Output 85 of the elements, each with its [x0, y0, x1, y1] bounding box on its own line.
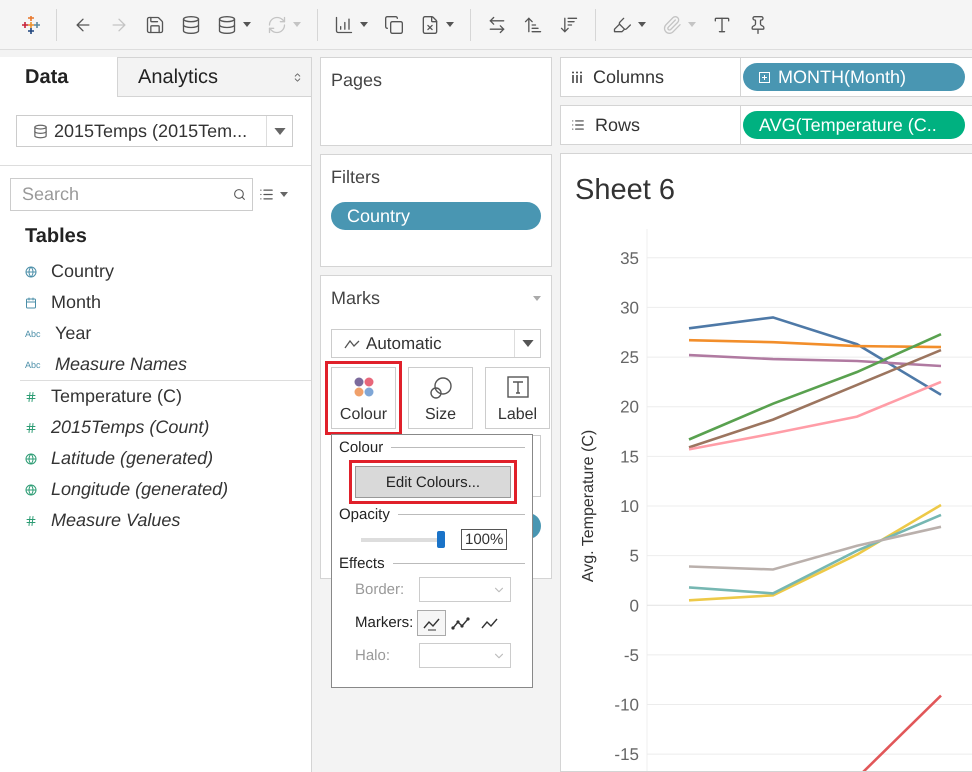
- opacity-value-field[interactable]: 100%: [461, 528, 508, 550]
- marks-title: Marks: [331, 288, 380, 309]
- section-heading: Effects: [339, 555, 385, 572]
- caret-icon[interactable]: [360, 22, 368, 27]
- y-tick-label: 35: [620, 248, 639, 268]
- y-tick-label: 30: [620, 298, 639, 318]
- hash-icon: [25, 390, 37, 402]
- string-type-label: Abc: [25, 360, 41, 370]
- label-t-icon: [506, 376, 528, 398]
- sort-descending-icon[interactable]: [559, 14, 579, 34]
- caret-icon[interactable]: [274, 128, 286, 134]
- caret-icon[interactable]: [446, 22, 454, 27]
- copy-icon[interactable]: [384, 14, 404, 34]
- field-name[interactable]: Measure Values: [51, 510, 180, 531]
- section-heading: Colour: [339, 439, 384, 456]
- string-type-label: Abc: [25, 328, 41, 338]
- slider-thumb[interactable]: [437, 530, 445, 548]
- y-tick-label: 25: [620, 348, 639, 368]
- y-tick-label: 10: [620, 496, 639, 516]
- y-tick-label: -5: [624, 646, 639, 665]
- markers-label: Markers:: [355, 614, 414, 631]
- mark-property-button[interactable]: Colour: [331, 367, 396, 429]
- caret-icon[interactable]: [280, 192, 288, 197]
- field-name[interactable]: Temperature (C): [51, 386, 182, 407]
- sheet-title: Sheet 6: [574, 173, 676, 208]
- section-heading: Opacity: [339, 506, 390, 523]
- halo-label: Halo:: [355, 647, 392, 664]
- pane-tab[interactable]: Analytics: [117, 57, 311, 97]
- up-down-icon[interactable]: [292, 72, 303, 82]
- file-x-icon[interactable]: [420, 14, 440, 34]
- text-icon[interactable]: [712, 14, 732, 34]
- shelf-label: Columns: [593, 66, 664, 88]
- columns-icon: [571, 71, 583, 83]
- size-circles-icon: [428, 376, 452, 400]
- caret-icon[interactable]: [243, 22, 251, 27]
- search-icon[interactable]: [233, 188, 246, 201]
- expand-icon[interactable]: [759, 72, 770, 82]
- tables-heading: Tables: [24, 224, 88, 249]
- mark-type-dropdown[interactable]: Automatic: [331, 329, 541, 358]
- highlighter-icon[interactable]: [612, 14, 632, 34]
- y-axis-title: Avg. Temperature (C): [580, 430, 597, 582]
- database-icon: [33, 124, 48, 138]
- list-view-icon[interactable]: [259, 187, 274, 202]
- edit-colours-button[interactable]: Edit Colours...: [355, 466, 511, 498]
- field-name[interactable]: 2015Temps (Count): [51, 417, 210, 438]
- y-tick-label: 0: [630, 596, 639, 616]
- data-source-dropdown[interactable]: 2015Temps (2015Tem...: [16, 115, 293, 147]
- mark-property-button[interactable]: Label: [485, 367, 550, 429]
- sort-ascending-icon[interactable]: [523, 14, 543, 34]
- y-tick-label: 20: [620, 398, 639, 417]
- field-name[interactable]: Latitude (generated): [51, 448, 214, 469]
- search-field[interactable]: Search: [10, 178, 253, 211]
- calendar-icon: [25, 296, 37, 308]
- line-icon: [344, 338, 360, 348]
- globe-icon: [25, 266, 37, 278]
- field-name[interactable]: Month: [51, 292, 102, 313]
- hash-icon: [25, 514, 37, 526]
- database-icon[interactable]: [217, 14, 237, 34]
- line-points-icon[interactable]: [450, 614, 470, 630]
- colour-dots-icon: [352, 376, 374, 398]
- filters-title: Filters: [331, 167, 381, 188]
- caret-icon[interactable]: [638, 22, 646, 27]
- border-label: Border:: [355, 581, 406, 598]
- field-name[interactable]: Country: [51, 261, 114, 282]
- save-icon[interactable]: [145, 14, 165, 34]
- rows-icon: [571, 118, 585, 132]
- database-icon[interactable]: [181, 14, 201, 34]
- hash-icon: [25, 422, 37, 434]
- field-name[interactable]: Longitude (generated): [51, 479, 228, 500]
- field-name[interactable]: Year: [55, 323, 92, 344]
- swap-icon[interactable]: [487, 14, 507, 34]
- shelf-label: Rows: [595, 114, 640, 136]
- search-input[interactable]: Search: [20, 183, 233, 206]
- y-tick-label: 15: [620, 447, 639, 466]
- y-tick-label: -15: [614, 745, 639, 764]
- pages-title: Pages: [331, 70, 384, 91]
- caret-icon[interactable]: [522, 340, 534, 347]
- y-tick-label: -10: [614, 696, 639, 715]
- chart-icon[interactable]: [334, 14, 354, 34]
- mark-property-button[interactable]: Size: [408, 367, 473, 429]
- globe-icon: [25, 484, 37, 496]
- globe-icon: [25, 452, 37, 464]
- logo-icon[interactable]: [22, 16, 40, 34]
- y-tick-label: 5: [630, 546, 639, 566]
- field-name[interactable]: Measure Names: [55, 354, 188, 375]
